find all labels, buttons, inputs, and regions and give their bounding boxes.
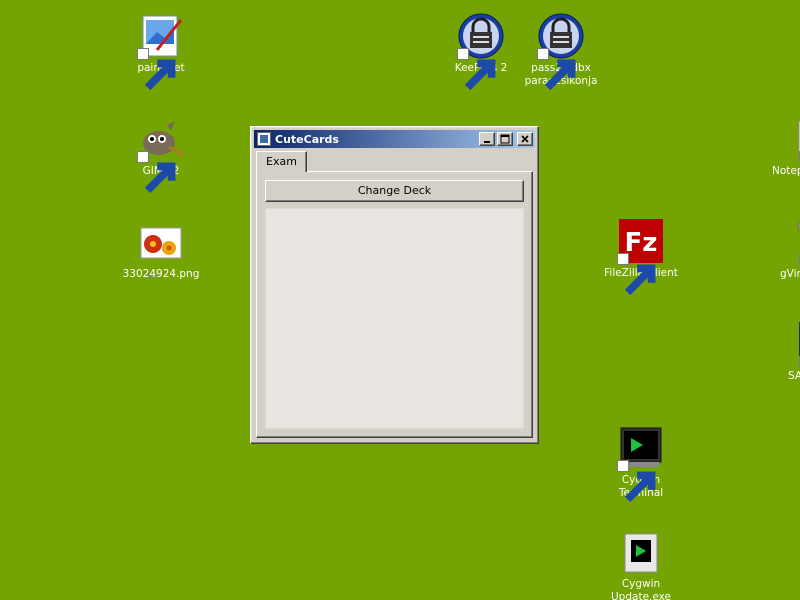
- gimp-icon: [137, 115, 185, 194]
- desktop-icon-gimp[interactable]: GIMP 2: [116, 115, 206, 194]
- maximize-button[interactable]: [497, 132, 513, 146]
- shortcut-arrow-icon: [137, 151, 176, 194]
- desktop-icon-paintnet[interactable]: paint.net: [116, 12, 206, 91]
- keepass-lock-icon: [457, 12, 505, 91]
- close-icon: [521, 135, 529, 143]
- maximize-icon: [500, 134, 510, 144]
- shortcut-arrow-icon: [457, 48, 496, 91]
- desktop-icon-notepad-plus[interactable]: Notep: [756, 115, 800, 178]
- tab-exam[interactable]: Exam: [256, 151, 307, 172]
- desktop-icon-pass2-kdbx[interactable]: pass2.kdbx parancsikonja: [516, 12, 606, 91]
- card-display-area[interactable]: [265, 208, 524, 429]
- cygwin-update-icon: [617, 528, 665, 576]
- desktop-icon-filezilla[interactable]: Fz FileZilla Client: [596, 217, 686, 296]
- desktop-icon-gvim[interactable]: gVim: [756, 218, 800, 281]
- cutecards-window: CuteCards Exam Change Deck: [250, 126, 539, 444]
- app-icon: [777, 320, 800, 368]
- desktop-icon-label: SA: [788, 370, 800, 382]
- change-deck-button[interactable]: Change Deck: [265, 180, 524, 202]
- window-titlebar[interactable]: CuteCards: [254, 130, 535, 148]
- desktop-icon-cygwin-terminal[interactable]: Cygwin Terminal: [596, 424, 686, 503]
- gvim-icon: [777, 218, 800, 266]
- desktop-icon-image-file[interactable]: 33024924.png: [116, 218, 206, 281]
- desktop-icon-label: Notep: [772, 165, 800, 177]
- minimize-button[interactable]: [479, 132, 495, 146]
- desktop-icon-label: 33024924.png: [122, 268, 200, 280]
- shortcut-arrow-icon: [537, 48, 576, 91]
- window-client-area: Exam Change Deck: [254, 149, 535, 440]
- desktop-icon-label: gVim: [780, 268, 800, 280]
- app-window-icon[interactable]: [257, 132, 271, 146]
- close-button[interactable]: [517, 132, 533, 146]
- notepad-plus-icon: [777, 115, 800, 163]
- exam-tab-pane: Change Deck: [256, 171, 533, 438]
- cygwin-terminal-icon: [617, 424, 665, 503]
- keepass-lock-icon: [537, 12, 585, 91]
- image-file-icon: [137, 218, 185, 266]
- paintnet-icon: [137, 12, 185, 91]
- desktop-icon-sa[interactable]: SA: [756, 320, 800, 383]
- shortcut-arrow-icon: [617, 460, 656, 503]
- desktop-icon-cygwin-update[interactable]: Cygwin Update.exe: [596, 528, 686, 600]
- shortcut-arrow-icon: [617, 253, 656, 296]
- desktop-icon-label: Cygwin Update.exe: [611, 578, 671, 600]
- desktop-icon-keepass[interactable]: KeePass 2: [436, 12, 526, 91]
- minimize-icon: [484, 141, 490, 143]
- shortcut-arrow-icon: [137, 48, 176, 91]
- window-title: CuteCards: [275, 132, 339, 146]
- filezilla-icon: Fz: [617, 217, 665, 296]
